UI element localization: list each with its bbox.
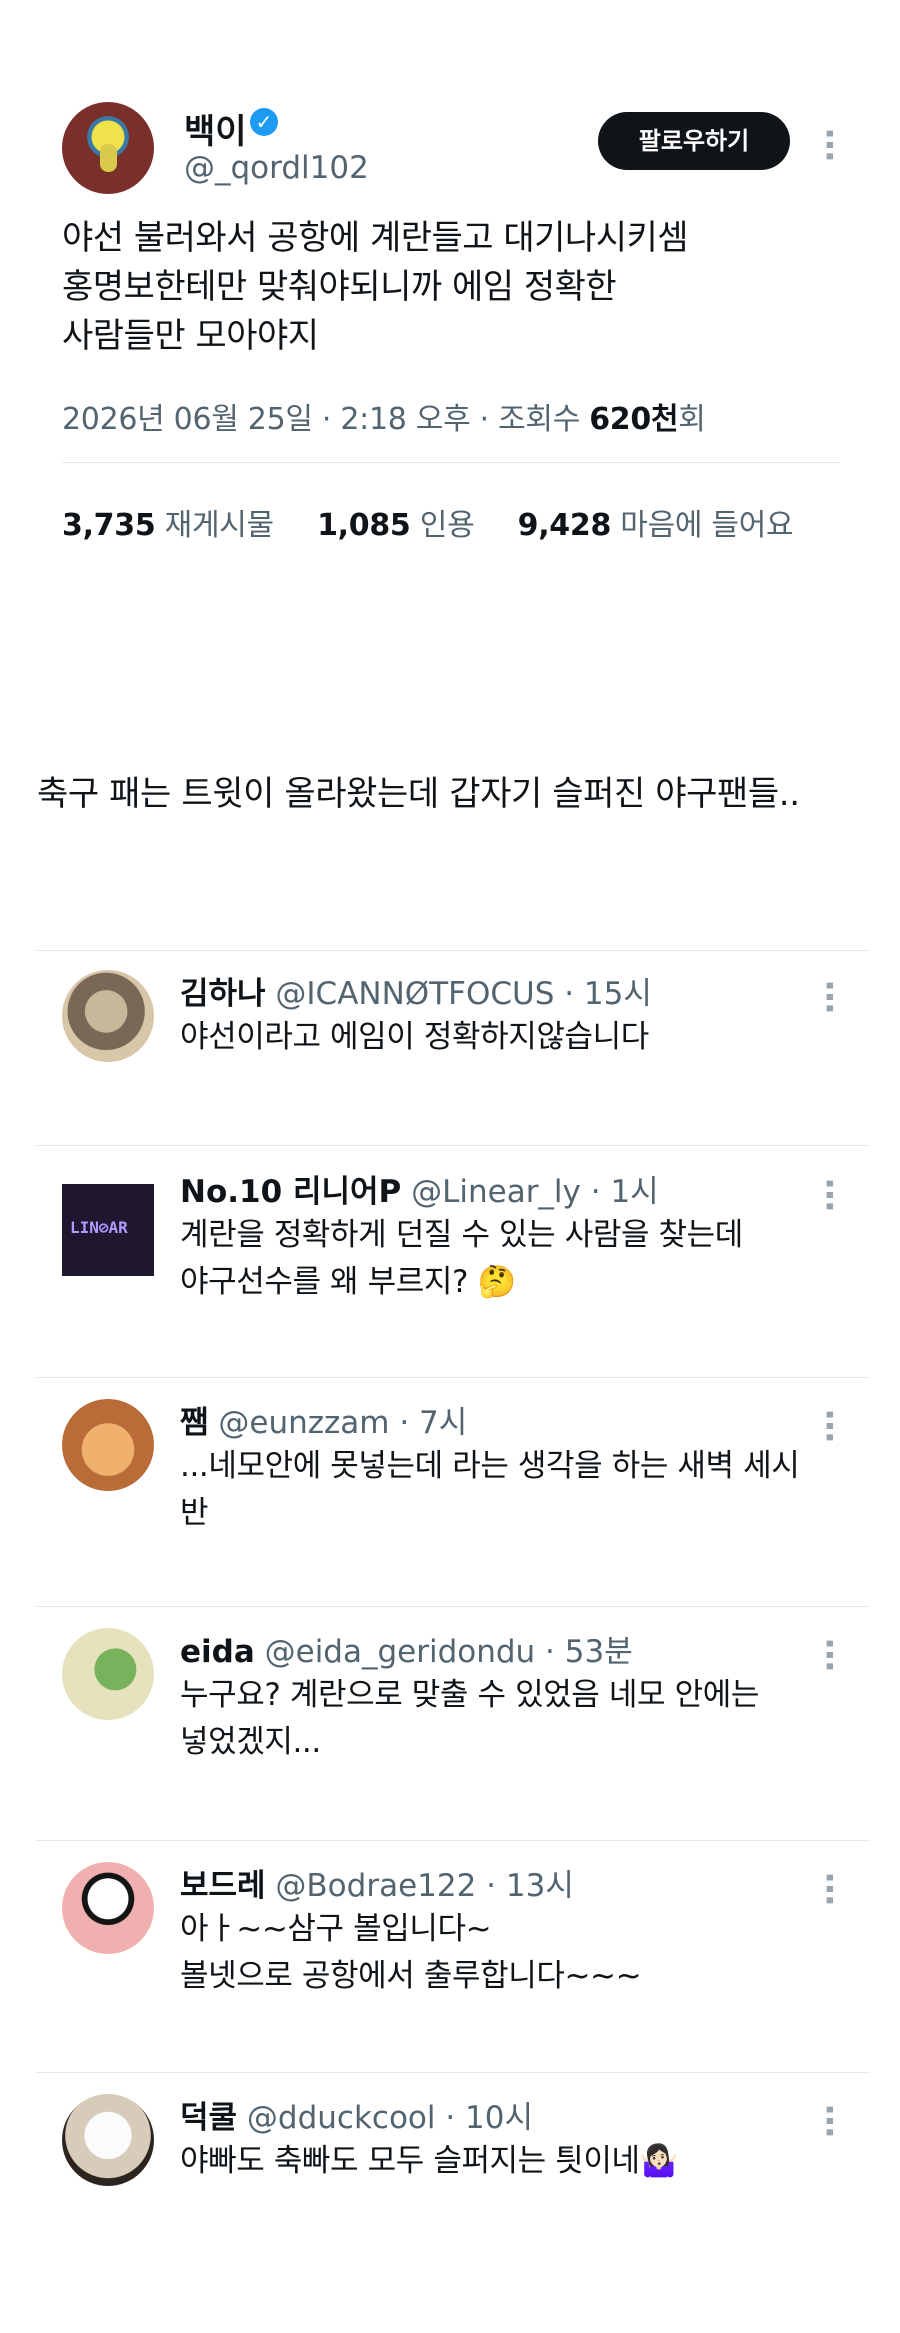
reply-meta: @Linear_ly · 1시 xyxy=(401,1174,659,1210)
reply-line: 계란을 정확하게 던질 수 있는 사람을 찾는데 xyxy=(180,1217,743,1253)
reply-author[interactable]: 쨈 @eunzzam · 7시 xyxy=(180,1397,467,1442)
like-label[interactable]: 마음에 들어요 xyxy=(620,508,793,543)
more-icon[interactable]: ⋯ xyxy=(809,1638,849,1672)
more-icon[interactable]: ⋯ xyxy=(809,1872,849,1906)
reply-author[interactable]: No.10 리니어P @Linear_ly · 1시 xyxy=(180,1166,659,1211)
reply-line: 아ㅏ~~삼구 볼입니다~ xyxy=(180,1911,492,1947)
reply-line: 야빠도 축빠도 모두 슬퍼지는 틧이네🤷🏻‍♀️ xyxy=(180,2143,678,2179)
engagement-stats: 3,735 재게시물 1,085 인용 9,428 마음에 들어요 xyxy=(62,500,827,544)
tweet-line: 홍명보한테만 맞춰야되니까 에임 정확한 xyxy=(62,267,617,307)
reply-author[interactable]: 김하나 @ICANNØTFOCUS · 15시 xyxy=(180,968,652,1013)
divider xyxy=(62,462,840,463)
verified-badge-icon: ✓ xyxy=(250,108,278,136)
more-icon[interactable]: ⋯ xyxy=(809,980,849,1014)
author-handle[interactable]: @_qordl102 xyxy=(184,150,369,186)
view-count: 620천 xyxy=(589,402,679,437)
reply-author[interactable]: 덕쿨 @dduckcool · 10시 xyxy=(180,2092,533,2137)
reply-meta: @eida_geridondu · 53분 xyxy=(254,1634,633,1670)
reply-divider xyxy=(35,2072,870,2073)
more-icon[interactable]: ⋯ xyxy=(809,1409,849,1443)
main-tweet: 백이 ✓ @_qordl102 팔로우하기 ⋯ 야선 불러와서 공항에 계란들고… xyxy=(0,0,900,580)
date-time: 2026년 06월 25일 · 2:18 오후 · 조회수 xyxy=(62,402,590,437)
view-suffix: 회 xyxy=(678,402,706,437)
reply-line: 야구선수를 왜 부르지? 🤔 xyxy=(180,1264,516,1300)
reply-author[interactable]: eida @eida_geridondu · 53분 xyxy=(180,1626,633,1671)
author-avatar[interactable] xyxy=(62,102,154,194)
reply-meta: @dduckcool · 10시 xyxy=(237,2100,534,2136)
reply-meta: @eunzzam · 7시 xyxy=(208,1405,468,1441)
reply-line: 야선이라고 에임이 정확하지않습니다 xyxy=(180,1019,649,1055)
reply-avatar[interactable] xyxy=(62,970,154,1062)
more-icon[interactable]: ⋯ xyxy=(809,128,849,162)
reply-avatar[interactable] xyxy=(62,1628,154,1720)
reply-text: 야선이라고 에임이 정확하지않습니다 xyxy=(180,1014,830,1061)
reply-line: 반 xyxy=(180,1495,209,1531)
reply-avatar[interactable] xyxy=(62,1862,154,1954)
quote-count[interactable]: 1,085 xyxy=(317,508,411,543)
reply-avatar[interactable] xyxy=(62,2094,154,2186)
author-name[interactable]: 백이 xyxy=(184,104,247,153)
reply-avatar[interactable] xyxy=(62,1399,154,1491)
reply-divider xyxy=(35,1145,870,1146)
follow-button[interactable]: 팔로우하기 xyxy=(598,112,790,170)
reply-author[interactable]: 보드레 @Bodrae122 · 13시 xyxy=(180,1860,574,1905)
reply-meta: @Bodrae122 · 13시 xyxy=(265,1868,574,1904)
reply-meta: @ICANNØTFOCUS · 15시 xyxy=(265,976,652,1012)
reply-text: 계란을 정확하게 던질 수 있는 사람을 찾는데야구선수를 왜 부르지? 🤔 xyxy=(180,1212,830,1306)
reply-line: 누구요? 계란으로 맞출 수 있었음 네모 안에는 xyxy=(180,1677,759,1713)
reply-line: 넣었겠지... xyxy=(180,1724,321,1760)
tweet-text: 야선 불러와서 공항에 계란들고 대기나시키셈 홍명보한테만 맞춰야되니까 에임… xyxy=(62,214,822,361)
reply-line: 볼넷으로 공항에서 출루합니다~~~ xyxy=(180,1958,642,1994)
reply-avatar[interactable] xyxy=(62,1184,154,1276)
tweet-line: 사람들만 모아야지 xyxy=(62,316,319,356)
reply-text: 아ㅏ~~삼구 볼입니다~ 볼넷으로 공항에서 출루합니다~~~ xyxy=(180,1906,830,2000)
reply-text: 야빠도 축빠도 모두 슬퍼지는 틧이네🤷🏻‍♀️ xyxy=(180,2138,830,2185)
screenshot-caption: 축구 패는 트윗이 올라왔는데 갑자기 슬퍼진 야구팬들.. xyxy=(37,774,800,814)
retweet-label[interactable]: 재게시물 xyxy=(165,508,275,543)
more-icon[interactable]: ⋯ xyxy=(809,2104,849,2138)
like-count[interactable]: 9,428 xyxy=(518,508,612,543)
reply-text: 누구요? 계란으로 맞출 수 있었음 네모 안에는넣었겠지... xyxy=(180,1672,830,1766)
reply-divider xyxy=(35,1377,870,1378)
reply-line: ...네모안에 못넣는데 라는 생각을 하는 새벽 세시 xyxy=(180,1448,800,1484)
tweet-metadata: 2026년 06월 25일 · 2:18 오후 · 조회수 620천회 xyxy=(62,394,706,438)
more-icon[interactable]: ⋯ xyxy=(809,1178,849,1212)
retweet-count[interactable]: 3,735 xyxy=(62,508,156,543)
tweet-line: 야선 불러와서 공항에 계란들고 대기나시키셈 xyxy=(62,218,689,258)
quote-label[interactable]: 인용 xyxy=(420,508,475,543)
reply-divider xyxy=(35,1606,870,1607)
reply-divider xyxy=(35,1840,870,1841)
reply-divider xyxy=(35,950,870,951)
reply-text: ...네모안에 못넣는데 라는 생각을 하는 새벽 세시반 xyxy=(180,1443,830,1537)
